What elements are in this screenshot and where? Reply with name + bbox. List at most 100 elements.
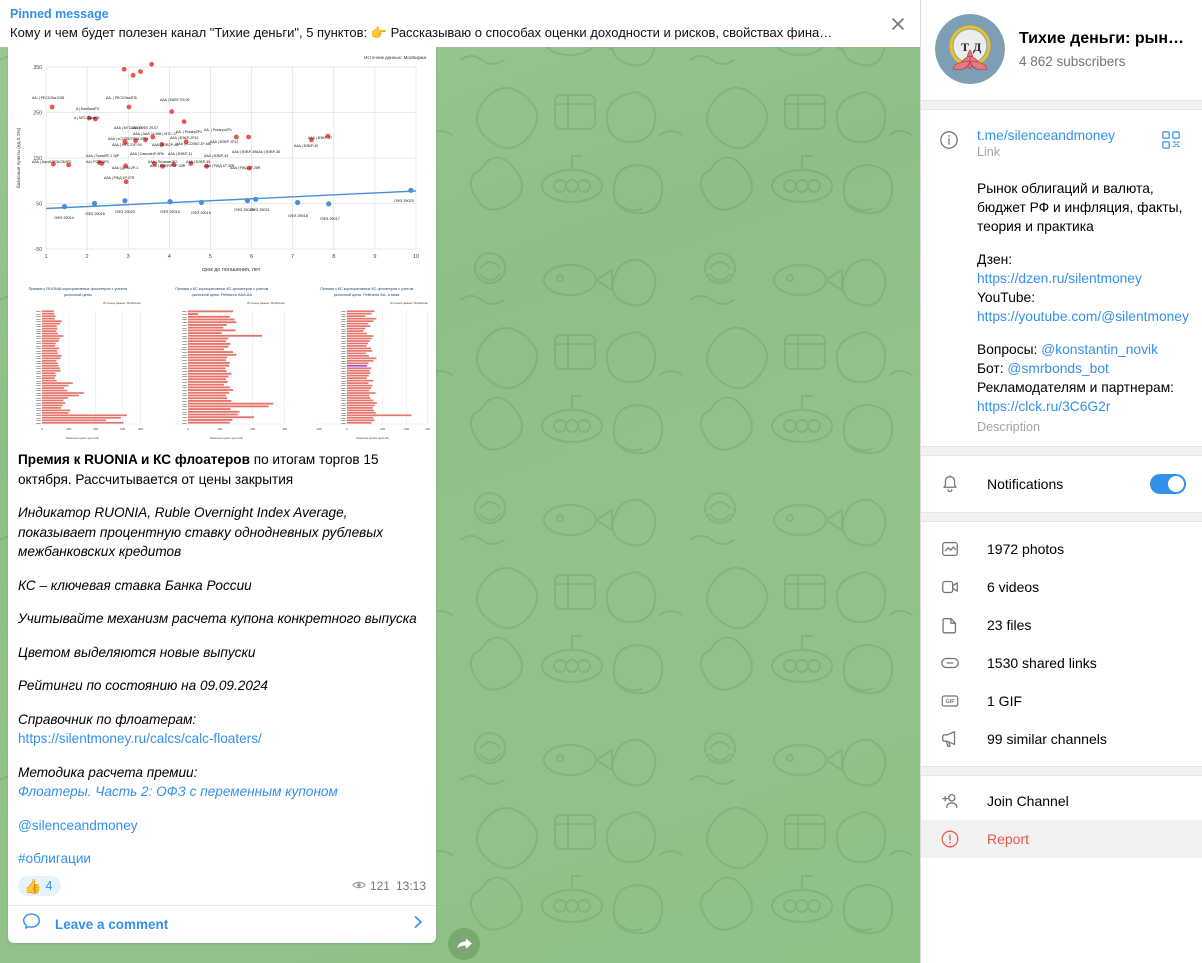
svg-text:▬▬▬: ▬▬▬ (182, 344, 187, 346)
svg-text:AAA | ВЭБР2Р1Р-33R: AAA | ВЭБР2Р1Р-33R (150, 164, 186, 168)
sidebar-item-gifs[interactable]: GIF 1 GIF (921, 682, 1202, 720)
inline-link[interactable]: https://clck.ru/3C6G2r (977, 399, 1110, 414)
svg-text:▬▬▬: ▬▬▬ (36, 351, 41, 353)
svg-text:Источник данных: МосБиржа: Источник данных: МосБиржа (364, 55, 426, 60)
svg-text:AAA | АгроКЛРЭС2Б2Р2: AAA | АгроКЛРЭС2Б2Р2 (32, 160, 71, 164)
sidebar-item-join[interactable]: Join Channel (921, 782, 1202, 820)
bar-chart-ruonia-image[interactable]: Премия к RUONIA корпоративных флоатеров … (8, 280, 149, 442)
svg-text:AAA | ДОМ-2Р-1: AAA | ДОМ-2Р-1 (112, 166, 138, 170)
sidebar-item-notifications[interactable]: Notifications (921, 462, 1202, 506)
svg-text:AA- | РЕСОЛиз БО6: AA- | РЕСОЛиз БО6 (32, 96, 64, 100)
inline-link[interactable]: @konstantin_novik (1041, 342, 1158, 357)
svg-text:ОФЗ 29015: ОФЗ 29015 (160, 210, 180, 214)
inline-link[interactable]: #облигации (18, 851, 91, 866)
svg-text:▬▬▬: ▬▬▬ (341, 395, 346, 397)
qr-code-icon[interactable] (1156, 128, 1186, 159)
svg-text:▬▬▬: ▬▬▬ (182, 317, 187, 319)
svg-text:▬▬▬: ▬▬▬ (36, 311, 41, 313)
svg-text:Источник данных: МосБиржа: Источник данных: МосБиржа (103, 301, 141, 305)
svg-text:ОФЗ 29019: ОФЗ 29019 (191, 211, 211, 215)
svg-text:AAA | ВЭБР-2Р12: AAA | ВЭБР-2Р12 (170, 136, 199, 140)
svg-text:AAA | МТС-21Р-04: AAA | МТС-21Р-04 (112, 143, 142, 147)
inline-link[interactable]: @silenceandmoney (18, 818, 138, 833)
sidebar-item-label: Join Channel (987, 793, 1069, 809)
sidebar-item-similar[interactable]: 99 similar channels (921, 720, 1202, 758)
svg-text:AAA | РЖД 1Р-28R: AAA | РЖД 1Р-28R (230, 166, 261, 170)
svg-text:AA- | Росагр2Р1: AA- | Росагр2Р1 (176, 130, 202, 134)
svg-text:5: 5 (209, 254, 212, 260)
sidebar-item-report[interactable]: Report (921, 820, 1202, 858)
inline-link[interactable]: Флоатеры. Часть 2: ОФЗ с переменным купо… (18, 784, 338, 799)
svg-text:▬▬▬: ▬▬▬ (182, 393, 187, 395)
message-paragraph: Рейтинги по состоянию на 09.09.2024 (18, 676, 426, 696)
svg-text:▬▬▬: ▬▬▬ (182, 368, 187, 370)
svg-text:▬▬▬: ▬▬▬ (341, 313, 346, 315)
svg-text:▬▬▬: ▬▬▬ (36, 373, 41, 375)
svg-text:A | МТС-Банк03: A | МТС-Банк03 (74, 116, 99, 120)
pinned-message-title: Pinned message (10, 6, 109, 21)
comment-label: Leave a comment (55, 916, 169, 932)
sidebar-item-links[interactable]: 1530 shared links (921, 644, 1202, 682)
svg-text:6: 6 (250, 254, 253, 260)
bell-icon (939, 474, 961, 494)
svg-text:▬▬▬: ▬▬▬ (36, 393, 41, 395)
channel-subscribers: 4 862 subscribers (1019, 53, 1126, 69)
svg-text:▬▬▬: ▬▬▬ (182, 390, 187, 392)
svg-text:▬▬▬: ▬▬▬ (182, 371, 187, 373)
leave-comment-button[interactable]: Leave a comment (8, 904, 436, 943)
svg-text:ОФЗ 29014: ОФЗ 29014 (54, 216, 74, 220)
svg-text:▬▬▬: ▬▬▬ (182, 341, 187, 343)
channel-link-value[interactable]: t.me/silenceandmoney (977, 128, 1156, 143)
megaphone-icon (939, 729, 961, 749)
svg-text:▬▬▬: ▬▬▬ (36, 331, 41, 333)
channel-avatar[interactable]: Т Д (935, 14, 1005, 84)
sidebar-item-photos[interactable]: 1972 photos (921, 530, 1202, 568)
share-arrow-icon[interactable] (448, 928, 480, 960)
svg-text:▬▬▬: ▬▬▬ (182, 376, 187, 378)
svg-text:▬▬▬: ▬▬▬ (36, 375, 41, 377)
svg-text:▬▬▬: ▬▬▬ (182, 314, 187, 316)
svg-text:4: 4 (168, 254, 171, 260)
close-icon[interactable] (876, 2, 920, 46)
reaction-thumbsup[interactable]: 👍 4 (18, 875, 62, 896)
svg-text:▬▬▬: ▬▬▬ (36, 323, 41, 325)
chat-area: Pinned message Кому и чем будет полезен … (0, 0, 920, 963)
svg-text:ОФЗ 29020: ОФЗ 29020 (115, 210, 135, 214)
svg-text:▬▬▬: ▬▬▬ (36, 370, 41, 372)
svg-text:▬▬▬: ▬▬▬ (182, 352, 187, 354)
svg-text:▬▬▬: ▬▬▬ (36, 378, 41, 380)
svg-text:AAA | ВЭБР-31: AAA | ВЭБР-31 (168, 152, 192, 156)
pinned-message-bar[interactable]: Pinned message Кому и чем будет полезен … (0, 0, 920, 47)
bar-chart-ks-aaa-image[interactable]: Премия к КС корпоративных КС-флоатеров с… (151, 280, 293, 442)
svg-text:▬▬▬: ▬▬▬ (36, 400, 41, 402)
channel-link-row[interactable]: t.me/silenceandmoney Link (921, 122, 1202, 165)
scatter-chart-image[interactable]: Источник данных: МосБиржа 350 250 150 50… (8, 47, 436, 277)
inline-link[interactable]: https://silentmoney.ru/calcs/calc-floate… (18, 731, 262, 746)
svg-text:▬▬▬: ▬▬▬ (182, 422, 187, 424)
svg-text:▬▬▬: ▬▬▬ (341, 373, 346, 375)
svg-text:2: 2 (86, 254, 89, 260)
inline-link[interactable]: @smrbonds_bot (1007, 361, 1108, 376)
message-paragraph: Цветом выделяются новые выпуски (18, 643, 426, 663)
svg-text:▬▬▬: ▬▬▬ (341, 341, 346, 343)
sidebar-item-videos[interactable]: 6 videos (921, 568, 1202, 606)
svg-text:▬▬▬: ▬▬▬ (182, 398, 187, 400)
svg-text:▬▬▬: ▬▬▬ (36, 360, 41, 362)
svg-text:срок до погашения, лет: срок до погашения, лет (202, 267, 261, 273)
svg-text:ОФЗ 29016: ОФЗ 29016 (85, 212, 105, 216)
svg-text:▬▬▬: ▬▬▬ (182, 357, 187, 359)
sidebar-item-files[interactable]: 23 files (921, 606, 1202, 644)
svg-text:▬▬▬: ▬▬▬ (341, 316, 346, 318)
channel-link-caption: Link (977, 145, 1001, 159)
message-media-album: Источник данных: МосБиржа 350 250 150 50… (8, 47, 436, 442)
inline-link[interactable]: https://youtube.com/@silentmoney (977, 309, 1189, 324)
svg-text:▬▬▬: ▬▬▬ (341, 413, 346, 415)
sidebar-item-label: 1972 photos (987, 541, 1065, 557)
svg-text:Базисные пункты (ед.0,1%): Базисные пункты (ед.0,1%) (357, 436, 390, 440)
svg-text:▬▬▬: ▬▬▬ (36, 318, 41, 320)
message-text-body: Премия к RUONIA и КС флоатеров по итогам… (8, 442, 436, 875)
svg-text:300: 300 (282, 427, 287, 431)
inline-link[interactable]: https://dzen.ru/silentmoney (977, 271, 1142, 286)
notifications-toggle[interactable] (1150, 474, 1186, 494)
bar-chart-ks-aa-image[interactable]: Премия к КС корпоративных КС-флоатеров с… (295, 280, 436, 442)
